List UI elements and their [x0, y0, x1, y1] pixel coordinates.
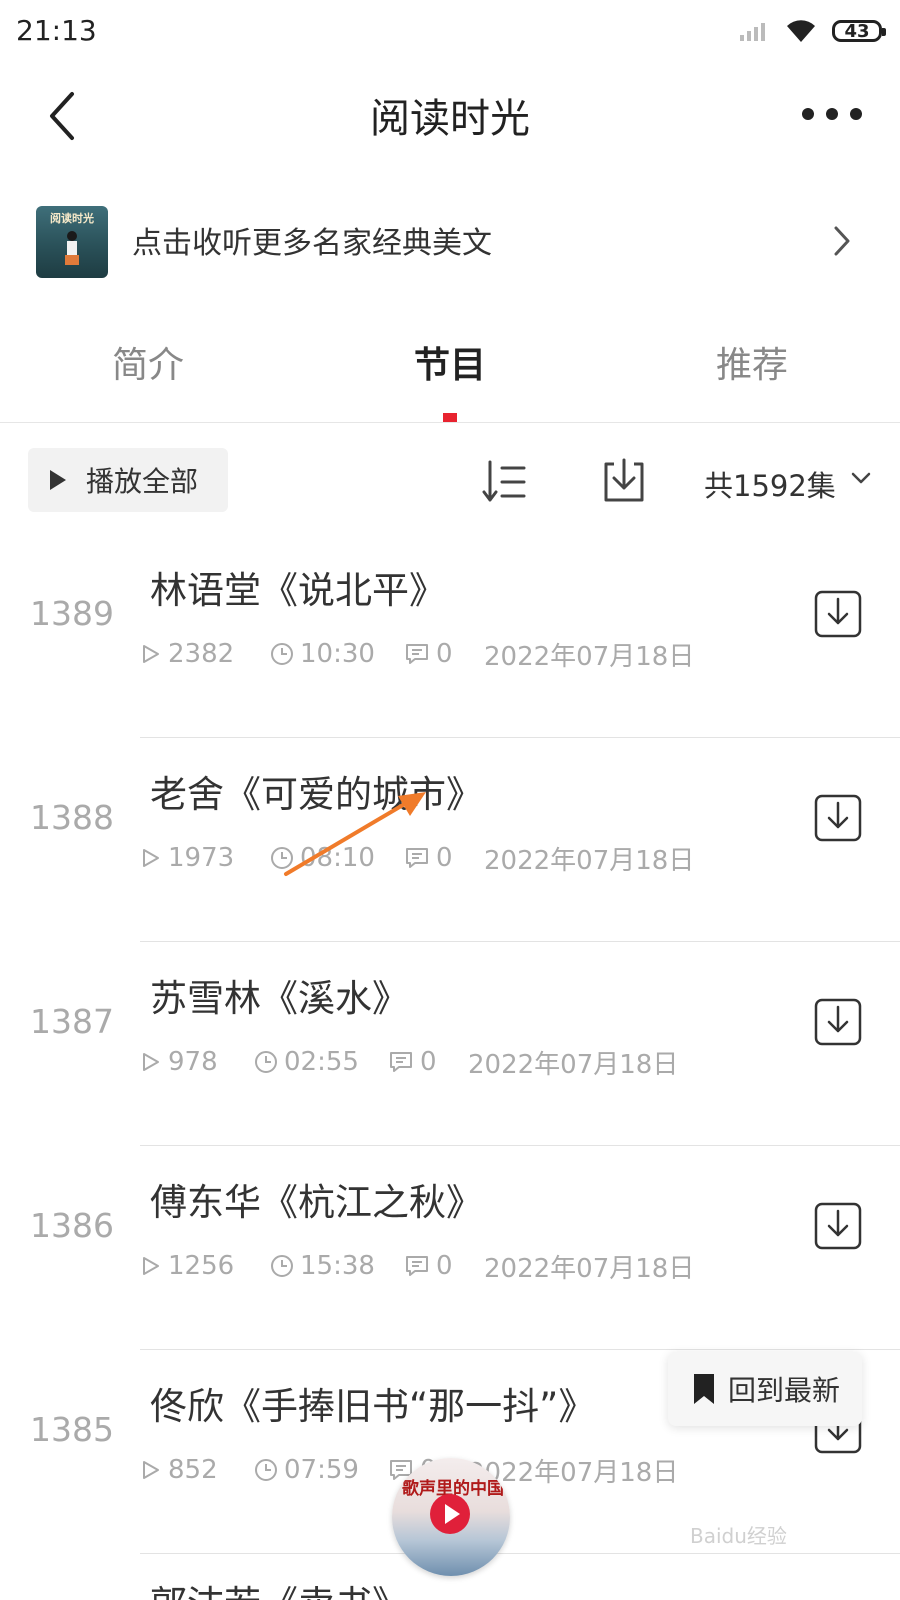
tabs-divider — [0, 422, 900, 423]
play-count: 1973 — [140, 843, 270, 873]
banner-text: 点击收听更多名家经典美文 — [132, 226, 492, 261]
episode-number: 1388 — [30, 798, 114, 837]
duration-value: 10:30 — [300, 639, 375, 669]
comment-count-value: 0 — [436, 1251, 453, 1281]
play-count: 2382 — [140, 639, 270, 669]
download-icon[interactable] — [813, 793, 863, 843]
comment-count: 0 — [404, 1251, 484, 1281]
duration: 02:55 — [254, 1047, 388, 1077]
chevron-right-icon — [834, 226, 850, 256]
play-count-icon — [143, 645, 159, 663]
publish-date: 2022年07月18日 — [484, 845, 695, 876]
episode-title[interactable]: 林语堂《说北平》 — [150, 560, 446, 614]
clock-icon — [255, 1051, 277, 1073]
tab-intro[interactable]: 简介 — [48, 336, 248, 388]
play-count: 978 — [140, 1047, 254, 1077]
publish-date: 2022年07月18日 — [484, 641, 695, 672]
episode-meta: 2382 10:30 0 2022年07月18日 — [140, 634, 694, 674]
comment-count: 0 — [404, 639, 484, 669]
episode-item[interactable]: 1386 傅东华《杭江之秋》 1256 15:38 0 2022年07月18日 — [0, 1146, 900, 1350]
episode-number: 1389 — [30, 594, 114, 633]
duration: 15:38 — [270, 1251, 404, 1281]
download-icon — [604, 458, 644, 502]
episode-title[interactable]: 傅东华《杭江之秋》 — [150, 1172, 483, 1226]
episode-number: 1385 — [30, 1410, 114, 1449]
play-count-value: 1256 — [168, 1251, 235, 1281]
album-cover: 阅读时光 — [36, 206, 108, 278]
bookmark-icon — [694, 1374, 714, 1404]
play-count-icon — [143, 849, 159, 867]
status-time: 21:13 — [16, 14, 97, 47]
play-icon[interactable] — [430, 1494, 470, 1534]
play-count-value: 1973 — [168, 843, 235, 873]
download-icon[interactable] — [813, 997, 863, 1047]
sort-button[interactable] — [480, 458, 530, 506]
watermark: Baidu经验 — [690, 1524, 787, 1548]
more-button[interactable] — [796, 92, 868, 136]
episode-number: 1386 — [30, 1206, 114, 1245]
play-icon — [50, 470, 66, 490]
play-count-value: 2382 — [168, 639, 235, 669]
duration-value: 07:59 — [284, 1455, 359, 1485]
episode-number: 1387 — [30, 1002, 114, 1041]
duration: 07:59 — [254, 1455, 388, 1485]
episode-count-selector[interactable]: 共1592集 — [704, 463, 836, 505]
play-count-value: 978 — [168, 1047, 218, 1077]
play-count-value: 852 — [168, 1455, 218, 1485]
girl-illustration — [65, 231, 79, 265]
publish-date: 2022年07月18日 — [468, 1049, 679, 1080]
play-count: 1256 — [140, 1251, 270, 1281]
sort-order-icon — [482, 460, 526, 502]
more-dots-icon — [802, 108, 862, 120]
tab-recommend[interactable]: 推荐 — [652, 336, 852, 388]
page-title: 阅读时光 — [370, 96, 530, 142]
publish-date: 2022年07月18日 — [484, 1253, 695, 1284]
comment-count-value: 0 — [420, 1047, 437, 1077]
episode-meta: 1256 15:38 0 2022年07月18日 — [140, 1246, 694, 1286]
play-count-icon — [143, 1257, 159, 1275]
comment-count: 0 — [388, 1047, 468, 1077]
tab-episodes[interactable]: 节目 — [350, 336, 550, 388]
back-to-latest-button[interactable]: 回到最新 — [668, 1352, 862, 1426]
clock-icon — [255, 1459, 277, 1481]
battery-indicator: 43 — [832, 20, 886, 42]
signal-icon — [740, 23, 765, 41]
mini-player[interactable]: 歌声里的中国 — [392, 1458, 510, 1576]
episode-item[interactable]: 1388 老舍《可爱的城市》 1973 08:10 0 2022年07月18日 — [0, 738, 900, 942]
batch-download-button[interactable] — [600, 456, 648, 506]
play-count-icon — [143, 1053, 159, 1071]
duration-value: 15:38 — [300, 1251, 375, 1281]
back-to-latest-label: 回到最新 — [728, 1374, 841, 1407]
episode-item[interactable]: 1389 林语堂《说北平》 2382 10:30 0 2022年07月18日 — [0, 534, 900, 738]
comment-count-value: 0 — [436, 639, 453, 669]
annotation-arrow — [284, 792, 426, 876]
cover-title: 阅读时光 — [50, 212, 94, 225]
episode-title[interactable]: 佟欣《手捧旧书“那一抖”》 — [150, 1376, 595, 1430]
comment-icon — [406, 644, 428, 664]
status-icons: 43 — [738, 16, 886, 46]
duration-value: 02:55 — [284, 1047, 359, 1077]
play-count: 852 — [140, 1455, 254, 1485]
comment-icon — [390, 1052, 412, 1072]
duration: 10:30 — [270, 639, 404, 669]
comment-icon — [406, 1256, 428, 1276]
episode-title[interactable]: 郭沫若《卖书》 — [150, 1574, 409, 1600]
play-all-button[interactable]: 播放全部 — [28, 448, 228, 512]
download-icon[interactable] — [813, 589, 863, 639]
wifi-icon — [787, 20, 815, 42]
episode-item[interactable]: 1387 苏雪林《溪水》 978 02:55 0 2022年07月18日 — [0, 942, 900, 1146]
clock-icon — [271, 643, 293, 665]
play-count-icon — [143, 1461, 159, 1479]
chevron-down-icon — [851, 472, 871, 484]
clock-icon — [271, 1255, 293, 1277]
episode-title[interactable]: 苏雪林《溪水》 — [150, 968, 409, 1022]
play-all-label: 播放全部 — [86, 465, 199, 498]
download-icon[interactable] — [813, 1201, 863, 1251]
episode-meta: 978 02:55 0 2022年07月18日 — [140, 1042, 678, 1082]
